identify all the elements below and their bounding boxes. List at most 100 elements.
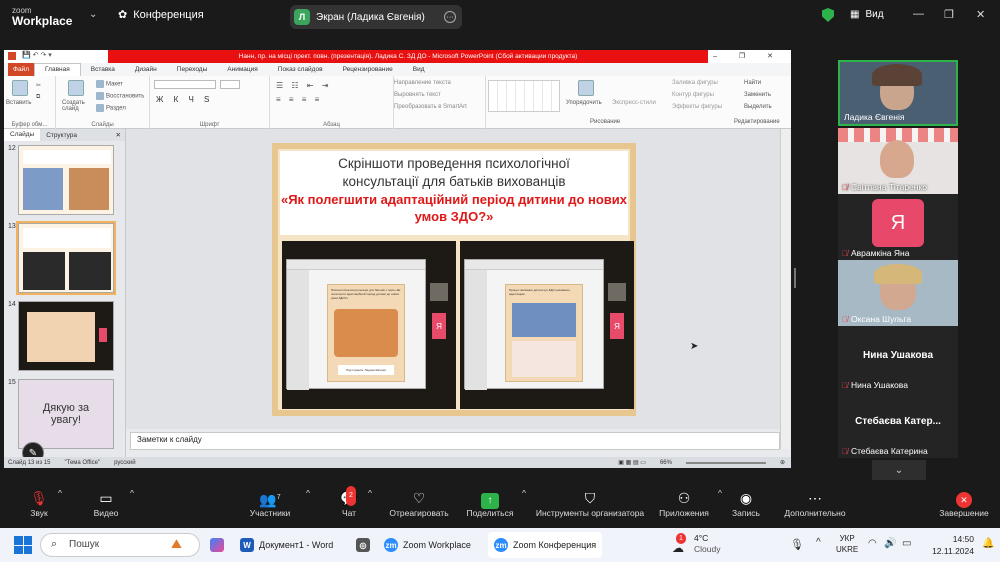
participants-options-caret[interactable]: ^ xyxy=(306,488,310,498)
restore-icon[interactable]: ❐ xyxy=(944,8,954,21)
arrange-icon[interactable] xyxy=(578,80,594,96)
copy-icon[interactable]: ⧉ xyxy=(36,94,40,101)
notification-bell-icon[interactable]: 🔔 xyxy=(982,538,994,549)
taskbar-zoom-workplace[interactable]: zm Zoom Workplace xyxy=(384,532,471,558)
end-meeting-button[interactable]: ✕ Завершение xyxy=(934,488,994,518)
host-tools-button[interactable]: ⛉ Инструменты организатора xyxy=(532,488,648,518)
react-button[interactable]: ♡ Отреагировать xyxy=(384,488,454,518)
find-button[interactable]: Найти xyxy=(744,80,761,86)
chevron-up-icon[interactable]: ^ xyxy=(816,537,821,548)
video-button[interactable]: ▭ Видео xyxy=(88,488,124,518)
align-buttons[interactable]: ≡ ≡ ≡ ≡ xyxy=(276,95,322,104)
tab-animation[interactable]: Анимация xyxy=(217,66,268,73)
shield-icon[interactable] xyxy=(822,8,834,22)
quick-access-icons[interactable]: 💾 ↶ ↷ ▾ xyxy=(22,51,52,59)
participant-tile[interactable]: 🎙̸ Світлана Тітаренко xyxy=(838,128,958,194)
microphone-icon[interactable]: 🎙 xyxy=(790,538,804,551)
shape-effects-button[interactable]: Эффекты фигуры xyxy=(672,104,722,110)
more-button[interactable]: ⋯ Дополнительно xyxy=(780,488,850,518)
volume-icon[interactable]: 🔊 xyxy=(884,538,896,549)
participant-tile[interactable]: Я 🎙̸ Аврамкіна Яна xyxy=(838,194,958,260)
system-clock[interactable]: 14:50 12.11.2024 xyxy=(922,533,974,557)
font-name-select[interactable] xyxy=(154,80,216,89)
tab-slides[interactable]: Слайды xyxy=(4,129,41,141)
battery-icon[interactable]: ▭ xyxy=(902,538,911,549)
font-size-select[interactable] xyxy=(220,80,240,89)
quick-styles-button[interactable]: Экспресс-стили xyxy=(612,100,656,106)
participant-tile[interactable]: Ладика Євгенія xyxy=(838,60,958,126)
apps-button[interactable]: ⚇ Приложения xyxy=(654,488,714,518)
tab-review[interactable]: Рецензирование xyxy=(333,66,403,73)
new-slide-button[interactable]: Создать слайд xyxy=(62,100,92,112)
paste-icon[interactable] xyxy=(12,80,28,96)
slide-thumbnail[interactable] xyxy=(18,145,114,215)
list-buttons[interactable]: ☰ ☷ ⇤ ⇥ xyxy=(276,81,331,90)
record-button[interactable]: ◉ Запись xyxy=(728,488,764,518)
smartart-button[interactable]: Преобразовать в SmartArt xyxy=(394,104,467,110)
shapes-gallery[interactable] xyxy=(488,80,560,112)
ppt-window-controls[interactable]: – ❐ ✕ xyxy=(713,52,783,60)
share-options-caret[interactable]: ^ xyxy=(522,488,526,498)
participant-tile[interactable]: Нина Ушакова 🎙̸ Нина Ушакова xyxy=(838,326,958,392)
close-icon[interactable]: ✕ xyxy=(976,8,985,21)
arrange-button[interactable]: Упорядочить xyxy=(566,100,602,106)
taskbar-word[interactable]: W Документ1 - Word xyxy=(240,532,333,558)
tab-file[interactable]: Файл xyxy=(8,63,34,76)
language-indicator[interactable]: УКР UKRE xyxy=(836,533,858,555)
taskbar-app-icon[interactable]: ◎ xyxy=(356,532,370,558)
slide-thumbnail[interactable] xyxy=(18,301,114,371)
reset-button[interactable]: Восстановить xyxy=(96,92,144,100)
chevron-down-icon[interactable]: ⌄ xyxy=(89,9,97,20)
resize-handle[interactable] xyxy=(794,268,796,288)
audio-options-caret[interactable]: ^ xyxy=(58,488,62,498)
view-button[interactable]: ▦ Вид xyxy=(850,9,884,20)
video-options-caret[interactable]: ^ xyxy=(130,488,134,498)
replace-button[interactable]: Заменить xyxy=(744,92,771,98)
current-slide[interactable]: Скріншоти проведення психологічної консу… xyxy=(272,143,636,416)
taskbar-search[interactable]: ⌕ Пошук ⛰ xyxy=(40,533,200,557)
copilot-icon[interactable] xyxy=(210,532,224,558)
slide-thumbnail-selected[interactable] xyxy=(16,221,116,295)
tab-outline[interactable]: Структура xyxy=(40,132,83,139)
audio-button[interactable]: 🎙 Звук xyxy=(24,488,54,518)
view-buttons[interactable]: ▣ ▦ ▤ ▭ xyxy=(618,459,646,466)
section-button[interactable]: Раздел xyxy=(96,104,126,112)
tab-transitions[interactable]: Переходы xyxy=(167,66,218,73)
chat-button[interactable]: 💬2 Чат xyxy=(334,486,364,518)
zoom-slider[interactable] xyxy=(685,461,766,464)
cut-icon[interactable]: ✂ xyxy=(36,82,41,89)
minimize-icon[interactable]: — xyxy=(913,8,924,20)
tab-home[interactable]: Главная xyxy=(34,63,81,76)
windows-start-icon[interactable] xyxy=(14,536,32,554)
shape-outline-button[interactable]: Контур фигуры xyxy=(672,92,714,98)
screen-share-pill[interactable]: Л Экран (Ладика Євгенія) ··· xyxy=(290,5,462,29)
taskbar-zoom-conference[interactable]: zm Zoom Конференция xyxy=(488,532,603,558)
tab-slideshow[interactable]: Показ слайдов xyxy=(268,66,333,73)
chat-options-caret[interactable]: ^ xyxy=(368,488,372,498)
tab-design[interactable]: Дизайн xyxy=(125,66,167,73)
weather-widget[interactable]: 1 ☁ 4°C Cloudy xyxy=(672,533,720,555)
vertical-scrollbar[interactable] xyxy=(780,129,790,449)
align-text-button[interactable]: Выровнять текст xyxy=(394,92,441,98)
shape-fill-button[interactable]: Заливка фигуры xyxy=(672,80,718,86)
participant-tile[interactable]: 🎙̸ Оксана Шульга xyxy=(838,260,958,326)
select-button[interactable]: Выделить xyxy=(744,104,772,110)
text-direction-button[interactable]: Направление текста xyxy=(394,80,451,86)
conference-button[interactable]: ✿ Конференция xyxy=(118,8,204,22)
chevron-down-icon[interactable]: ⌄ xyxy=(872,460,926,480)
participants-button[interactable]: 👥7 Участники xyxy=(240,488,300,518)
slide-thumbnail[interactable]: Дякую за увагу! xyxy=(18,379,114,449)
participant-tile[interactable]: Стебаєва Катер... 🎙̸ Стебаєва Катерина xyxy=(838,392,958,458)
close-icon[interactable]: ✕ xyxy=(110,131,125,139)
tab-view[interactable]: Вид xyxy=(403,66,435,73)
new-slide-icon[interactable] xyxy=(68,80,84,96)
tab-insert[interactable]: Вставка xyxy=(81,66,125,73)
more-icon[interactable]: ··· xyxy=(444,11,456,23)
layout-button[interactable]: Макет xyxy=(96,80,123,88)
fit-icon[interactable]: ⊕ xyxy=(780,459,785,466)
wifi-icon[interactable]: ◠ xyxy=(868,538,877,549)
share-button[interactable]: ↑ Поделиться xyxy=(462,488,518,518)
notes-pane[interactable]: Заметки к слайду xyxy=(130,432,780,450)
font-format-buttons[interactable]: Ж К Ч S xyxy=(156,95,213,104)
apps-options-caret[interactable]: ^ xyxy=(718,488,722,498)
